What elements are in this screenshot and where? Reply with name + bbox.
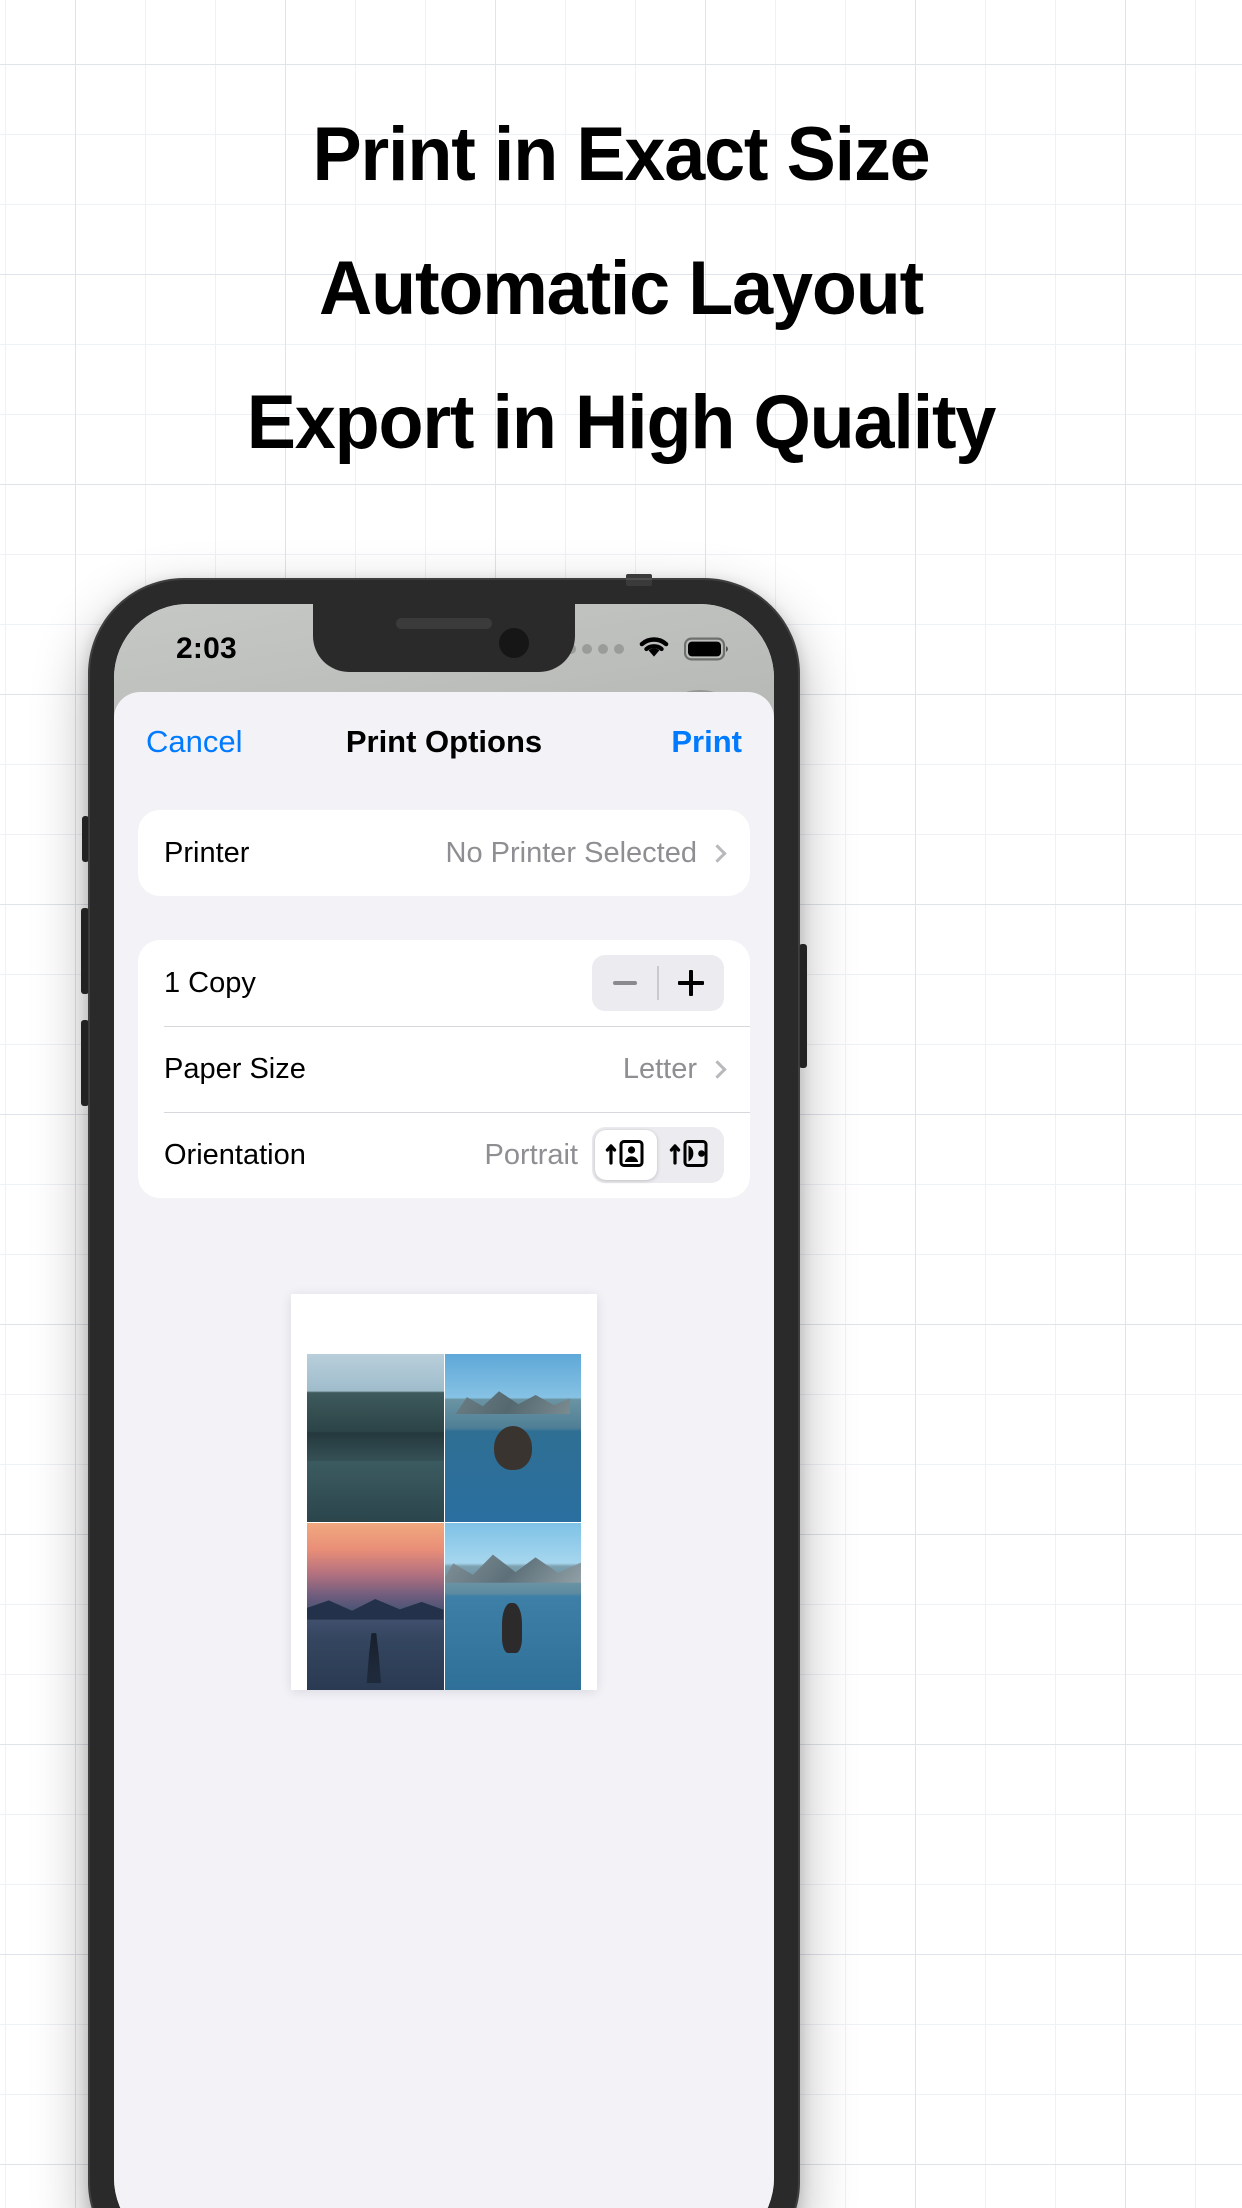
status-indicators <box>566 634 730 664</box>
increment-copies-button[interactable] <box>658 955 724 1011</box>
headline-group: Print in Exact Size Automatic Layout Exp… <box>0 88 1242 490</box>
print-options-sheet: Cancel Print Options Print Printer No Pr… <box>114 692 774 2208</box>
paper-size-row-value: Letter <box>622 1052 697 1085</box>
printer-row-value-group: No Printer Selected <box>445 836 727 870</box>
copies-control-group <box>592 955 724 1011</box>
copies-stepper[interactable] <box>592 955 724 1011</box>
copies-row-label: 1 Copy <box>164 966 256 999</box>
decrement-copies-button[interactable] <box>592 955 658 1011</box>
orientation-landscape-icon <box>668 1136 712 1175</box>
printer-card: Printer No Printer Selected <box>138 810 750 896</box>
status-time: 2:03 <box>176 632 237 665</box>
volume-down-button[interactable] <box>81 1020 89 1106</box>
navigation-bar: Cancel Print Options Print <box>114 692 774 792</box>
mute-switch[interactable] <box>82 816 89 862</box>
antenna-band <box>626 574 652 586</box>
earpiece-speaker <box>396 618 492 629</box>
volume-up-button[interactable] <box>81 908 89 994</box>
phone-mockup: 2:03 Cancel Print Options Print Printer … <box>81 574 807 2208</box>
phone-screen: 2:03 Cancel Print Options Print Printer … <box>114 604 774 2208</box>
printer-row-value: No Printer Selected <box>445 836 697 869</box>
plus-icon <box>678 970 704 996</box>
wifi-icon <box>637 634 671 664</box>
print-preview-page[interactable] <box>291 1294 597 1690</box>
print-settings-card: 1 Copy Paper Size Letter Orientation Por… <box>138 940 750 1198</box>
chevron-right-icon <box>708 843 727 863</box>
paper-size-row-label: Paper Size <box>164 1052 306 1085</box>
front-camera <box>499 628 529 658</box>
orientation-portrait-option[interactable] <box>595 1130 657 1180</box>
orientation-row-value: Portrait <box>484 1138 578 1171</box>
stepper-divider <box>657 966 659 1000</box>
orientation-segmented-control[interactable] <box>592 1127 724 1183</box>
notch <box>313 604 575 672</box>
print-button[interactable]: Print <box>671 724 742 760</box>
headline-1: Print in Exact Size <box>312 112 930 197</box>
copies-row: 1 Copy <box>138 940 750 1026</box>
paper-size-row[interactable]: Paper Size Letter <box>138 1026 750 1112</box>
cellular-dots-icon <box>566 644 624 654</box>
orientation-landscape-option[interactable] <box>659 1130 721 1180</box>
chevron-right-icon <box>708 1059 727 1079</box>
photo-collage <box>307 1354 581 1690</box>
signal-dot <box>582 644 592 654</box>
kayaker-photo <box>444 1354 581 1522</box>
orientation-portrait-icon <box>604 1136 648 1175</box>
sunset-lake-photo <box>307 1522 444 1690</box>
orientation-row: Orientation Portrait <box>138 1112 750 1198</box>
orientation-row-label: Orientation <box>164 1138 306 1171</box>
paddleboarder-photo <box>444 1522 581 1690</box>
headline-2: Automatic Layout <box>319 246 924 331</box>
paper-size-value-group: Letter <box>622 1052 727 1086</box>
orientation-control-group: Portrait <box>485 1127 724 1183</box>
headline-3: Export in High Quality <box>246 380 997 465</box>
printer-row[interactable]: Printer No Printer Selected <box>138 810 750 896</box>
mountain-lake-photo <box>307 1354 444 1522</box>
signal-dot <box>614 644 624 654</box>
signal-dot <box>598 644 608 654</box>
power-button[interactable] <box>799 944 807 1068</box>
minus-icon <box>613 981 637 985</box>
battery-full-icon <box>684 637 730 661</box>
printer-row-label: Printer <box>164 836 250 869</box>
